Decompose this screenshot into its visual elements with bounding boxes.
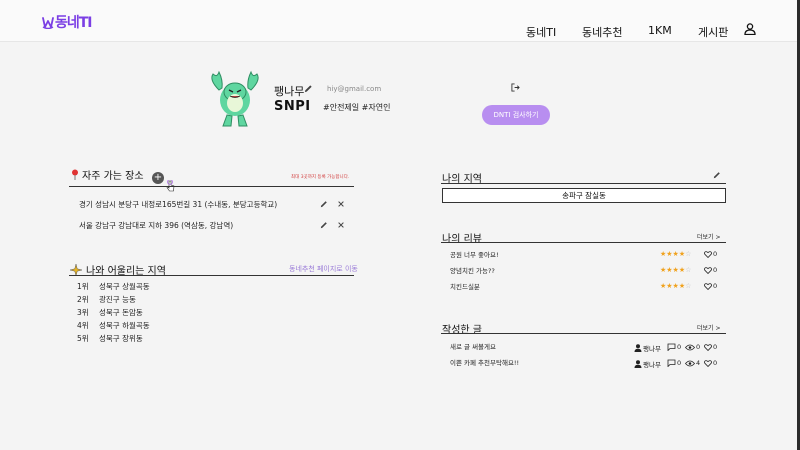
review-likes-count: 0: [713, 266, 718, 274]
rank-item: 2위 광진구 능동: [77, 294, 136, 305]
rank-number: 3위: [77, 308, 89, 317]
pin-icon: [72, 169, 78, 180]
review-text[interactable]: 치킨드실분: [450, 281, 480, 291]
place-item-2: 서울 강남구 강남대로 지하 396 (역삼동, 강남역): [79, 221, 234, 230]
post-author: 팽나무: [634, 343, 661, 353]
review-rating: ★★★★☆: [660, 250, 692, 258]
post-views-count: 0: [696, 343, 701, 351]
rank-item: 1위 성북구 상월곡동: [77, 281, 150, 292]
reviews-more-link[interactable]: 더보기 >: [697, 232, 721, 241]
rank-region: 광진구 능동: [99, 295, 136, 304]
rank-number: 4위: [77, 321, 89, 330]
heart-icon: [704, 266, 712, 274]
post-author: 팽나무: [634, 359, 661, 369]
dnti-type-tags: #안전제일 #자연인: [323, 103, 391, 112]
favorites-divider: [69, 186, 354, 187]
logout-icon[interactable]: [511, 83, 520, 92]
rank-item: 5위 성북구 장위동: [77, 333, 143, 344]
rank-region: 성북구 상월곡동: [99, 282, 150, 291]
post-comments-count: 0: [677, 359, 682, 367]
email: hiy@gmail.com: [327, 85, 382, 93]
user-icon[interactable]: [744, 23, 756, 35]
nickname: 팽나무: [274, 85, 305, 98]
post-views-count: 4: [696, 359, 701, 367]
nav-recommend[interactable]: 동네추천: [582, 24, 622, 40]
post-title[interactable]: 새로 글 써볼게요: [450, 341, 496, 351]
author-icon: [634, 344, 642, 352]
delete-place-1-icon[interactable]: [337, 200, 345, 208]
place-item-1: 경기 성남시 분당구 내정로165번길 31 (수내동, 분당고등학교): [79, 200, 278, 209]
sparkle-icon: [70, 263, 82, 276]
favorites-title: 자주 가는 장소: [82, 171, 144, 182]
dnti-type-code: SNPI: [274, 99, 311, 114]
avatar: [211, 70, 259, 127]
review-likes: 0: [704, 266, 717, 274]
nav-board[interactable]: 게시판: [698, 24, 728, 40]
favorites-limit-notice: 최대 3곳까지 등록 가능합니다.: [291, 175, 350, 180]
rank-region: 성북구 돈암동: [99, 308, 143, 317]
my-region-value: 송파구 잠실동: [442, 188, 726, 203]
comment-icon: [667, 343, 676, 351]
logo-mark-icon: [42, 17, 54, 29]
post-author-name: 팽나무: [643, 361, 661, 369]
nav-1km[interactable]: 1KM: [648, 24, 672, 37]
reviews-divider: [441, 242, 726, 243]
favorites-title-row: 자주 가는 장소: [71, 167, 144, 182]
post-comments: 0: [667, 359, 681, 367]
edit-region-icon[interactable]: [713, 171, 721, 179]
eye-icon: [685, 360, 695, 366]
post-views: 0: [685, 343, 700, 351]
rank-region: 성북구 하월곡동: [99, 321, 150, 330]
go-recommend-link[interactable]: 동네추천 페이지로 이동: [289, 264, 358, 274]
posts-more-link[interactable]: 더보기 >: [697, 323, 721, 332]
post-comments-count: 0: [677, 343, 682, 351]
review-rating: ★★★★☆: [660, 282, 692, 290]
rank-number: 5위: [77, 334, 89, 343]
dnti-test-button[interactable]: DNTI 검사하기: [482, 105, 550, 125]
rank-item: 4위 성북구 하월곡동: [77, 320, 150, 331]
logo-text: 동네TI: [55, 15, 93, 31]
review-likes: 0: [704, 282, 717, 290]
heart-icon: [704, 282, 712, 290]
post-views: 4: [685, 359, 700, 367]
heart-icon: [704, 250, 712, 258]
review-likes: 0: [704, 250, 717, 258]
review-likes-count: 0: [713, 282, 718, 290]
review-text[interactable]: 양념치킨 가능??: [450, 265, 495, 275]
add-place-button[interactable]: +: [152, 172, 164, 184]
nav-dongneti[interactable]: 동네TI: [526, 24, 556, 40]
heart-icon: [704, 343, 712, 351]
delete-place-2-icon[interactable]: [337, 221, 345, 229]
post-likes-count: 0: [713, 359, 718, 367]
review-rating: ★★★★☆: [660, 266, 692, 274]
rank-number: 1위: [77, 282, 89, 291]
comment-icon: [667, 359, 676, 367]
post-likes: 0: [704, 343, 717, 351]
logo[interactable]: 동네TI: [42, 12, 93, 32]
review-text[interactable]: 공원 너무 좋아요!: [450, 249, 499, 259]
top-header: 동네TI 동네TI 동네추천 1KM 게시판: [0, 0, 797, 42]
rank-number: 2위: [77, 295, 89, 304]
post-likes: 0: [704, 359, 717, 367]
review-likes-count: 0: [713, 250, 718, 258]
post-author-name: 팽나무: [643, 345, 661, 353]
post-likes-count: 0: [713, 343, 718, 351]
rank-region: 성북구 장위동: [99, 334, 143, 343]
rank-item: 3위 성북구 돈암동: [77, 307, 143, 318]
edit-nickname-icon[interactable]: [304, 84, 313, 93]
post-comments: 0: [667, 343, 681, 351]
author-icon: [634, 360, 642, 368]
post-title[interactable]: 이쁜 카페 추천부탁해요!!: [450, 357, 519, 367]
my-region-divider: [441, 183, 726, 184]
heart-icon: [704, 359, 712, 367]
edit-place-1-icon[interactable]: [320, 200, 328, 208]
matching-divider: [69, 275, 354, 276]
app-window: 동네TI 동네TI 동네추천 1KM 게시판 팽나무 hiy@gmail.com…: [0, 0, 800, 450]
eye-icon: [685, 344, 695, 350]
posts-divider: [441, 333, 726, 334]
edit-place-2-icon[interactable]: [320, 221, 328, 229]
